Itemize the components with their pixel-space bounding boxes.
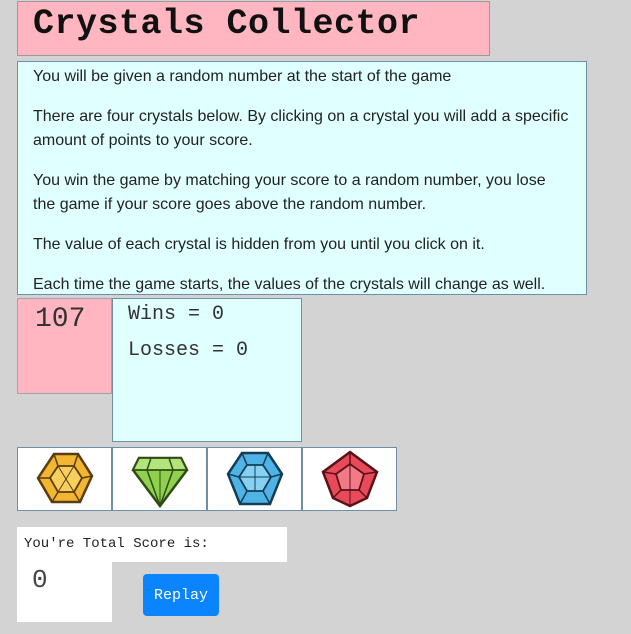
yellow-crystal-icon	[36, 452, 93, 504]
score-box: 0	[17, 562, 112, 622]
red-crystal-icon	[320, 450, 379, 508]
losses-counter: Losses = 0	[128, 339, 249, 362]
instructions-panel: You will be given a random number at the…	[17, 61, 587, 295]
score-label-box: You're Total Score is:	[17, 527, 287, 562]
instruction-text: You win the game by matching your score …	[33, 172, 546, 213]
stats-panel: Wins = 0 Losses = 0	[112, 298, 302, 442]
wins-counter: Wins = 0	[128, 303, 225, 326]
instruction-text: Each time the game starts, the values of…	[33, 276, 546, 293]
instruction-text: The value of each crystal is hidden from…	[33, 236, 485, 253]
score-value: 0	[32, 565, 48, 595]
replay-button[interactable]: Replay	[143, 574, 219, 616]
crystal-button-yellow[interactable]	[17, 447, 112, 511]
target-number-box: 107	[17, 298, 112, 394]
target-number: 107	[35, 304, 86, 335]
crystal-button-red[interactable]	[302, 447, 397, 511]
green-crystal-icon	[131, 456, 188, 509]
game-title: Crystals Collector	[33, 4, 421, 44]
blue-crystal-icon	[226, 451, 283, 506]
title-banner: Crystals Collector	[17, 1, 490, 56]
instruction-text: There are four crystals below. By clicki…	[33, 108, 569, 149]
crystal-button-green[interactable]	[112, 447, 207, 511]
instruction-text: You will be given a random number at the…	[33, 68, 452, 85]
score-label: You're Total Score is:	[24, 536, 209, 552]
crystal-button-blue[interactable]	[207, 447, 302, 511]
